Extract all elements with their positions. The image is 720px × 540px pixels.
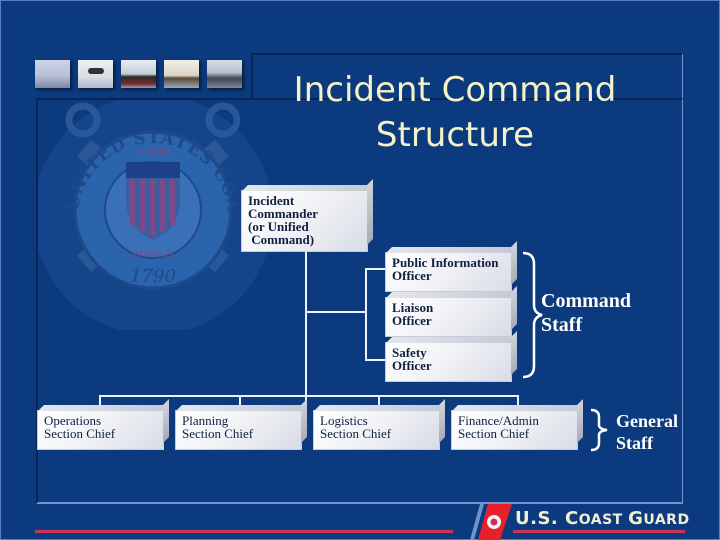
- racing-stripe-logo-icon: [470, 504, 512, 540]
- logistics-line-2: Section Chief: [320, 426, 392, 441]
- connector-staff-branch: [305, 311, 367, 313]
- wordmark-g: G: [628, 508, 644, 529]
- planning-section-chief-box[interactable]: Planning Section Chief: [175, 410, 302, 450]
- icebreaker-photo: [207, 60, 242, 88]
- title-line-2: Structure: [375, 115, 535, 155]
- wordmark-uard: UARD: [643, 512, 690, 528]
- coast-guard-seal-watermark: SEMPER PARATUS 1790 UNITED STATES COAST …: [38, 100, 268, 330]
- cutter-photo: [164, 60, 199, 88]
- seal-motto-top: SEMPER: [135, 149, 172, 159]
- planning-line-2: Section Chief: [182, 426, 254, 441]
- finance-admin-section-chief-box[interactable]: Finance/Admin Section Chief: [451, 410, 578, 450]
- title-line-1: Incident Command: [293, 70, 617, 110]
- commander-line-4: Command): [248, 232, 315, 247]
- connector-commander-trunk: [305, 252, 307, 411]
- general-staff-label: General Staff: [616, 410, 678, 454]
- incident-commander-box[interactable]: Incident Commander (or Unified Command): [241, 190, 368, 252]
- patrol-boat-photo: [35, 60, 70, 88]
- command-staff-label: Command Staff: [541, 289, 631, 337]
- general-staff-label-line-2: Staff: [616, 433, 653, 453]
- safety-officer-box[interactable]: Safety Officer: [385, 342, 512, 382]
- finance-line-2: Section Chief: [458, 426, 530, 441]
- connector-staff-spine: [365, 268, 367, 361]
- seal-motto-bottom: PARATUS: [133, 250, 173, 260]
- footer-stripe-left: [35, 530, 453, 533]
- logistics-section-chief-box[interactable]: Logistics Section Chief: [313, 410, 440, 450]
- connector-safety: [365, 359, 385, 361]
- footer-stripe-right: [513, 530, 685, 533]
- operations-section-chief-box[interactable]: Operations Section Chief: [37, 410, 164, 450]
- safety-line-2: Officer: [392, 358, 432, 373]
- connector-pio: [365, 268, 385, 270]
- helicopter-rescue-photo: [78, 60, 113, 88]
- wordmark-oast: OAST: [578, 512, 629, 528]
- ops-line-2: Section Chief: [44, 426, 116, 441]
- general-staff-label-line-1: General: [616, 411, 678, 431]
- pio-line-2: Officer: [392, 268, 432, 283]
- public-information-officer-box[interactable]: Public Information Officer: [385, 252, 512, 292]
- cargo-ship-photo: [121, 60, 156, 88]
- us-coast-guard-wordmark: U.S. COAST GUARD: [515, 508, 690, 529]
- wordmark-us-c: U.S. C: [515, 508, 579, 529]
- command-staff-label-line-2: Staff: [541, 314, 583, 336]
- general-staff-brace-icon: [590, 408, 608, 452]
- connector-general-bar: [99, 395, 519, 397]
- liaison-officer-box[interactable]: Liaison Officer: [385, 297, 512, 337]
- command-staff-label-line-1: Command: [541, 290, 632, 312]
- slide-title: Incident Command Structure: [290, 68, 620, 158]
- liaison-line-2: Officer: [392, 313, 432, 328]
- seal-year: 1790: [130, 266, 176, 287]
